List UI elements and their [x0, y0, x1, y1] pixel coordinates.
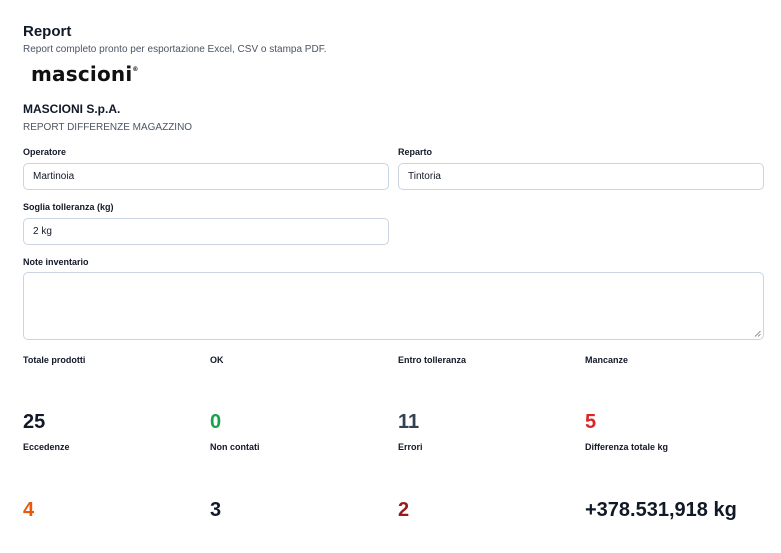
stat-label-eccedenze: Eccedenze	[23, 442, 70, 452]
soglia-field[interactable]: 2 kg	[23, 218, 389, 245]
stat-label-ok: OK	[210, 355, 224, 365]
stat-label-totale-prodotti: Totale prodotti	[23, 355, 86, 365]
stat-label-mancanze: Mancanze	[585, 355, 629, 365]
stat-value-errori: 2	[398, 499, 410, 521]
report-type: REPORT DIFFERENZE MAGAZZINO	[23, 122, 193, 133]
reparto-field[interactable]: Tintoria	[398, 163, 764, 190]
stat-label-errori: Errori	[398, 442, 423, 452]
reparto-value: Tintoria	[408, 171, 441, 182]
resize-handle-icon[interactable]	[754, 330, 761, 337]
stat-value-eccedenze: 4	[23, 499, 35, 521]
soglia-label: Soglia tolleranza (kg)	[23, 202, 114, 212]
stat-value-ok: 0	[210, 411, 222, 433]
stat-value-entro-tolleranza: 11	[398, 411, 420, 433]
logo-text: mascioni	[31, 62, 133, 86]
logo-registered-mark: ®	[132, 66, 139, 73]
page-title: Report	[23, 23, 72, 40]
stat-label-non-contati: Non contati	[210, 442, 260, 452]
stat-label-entro-tolleranza: Entro tolleranza	[398, 355, 467, 365]
note-textarea[interactable]	[23, 272, 764, 340]
stat-label-differenza-totale: Differenza totale kg	[585, 442, 669, 452]
company-name: MASCIONI S.p.A.	[23, 102, 121, 116]
operatore-label: Operatore	[23, 147, 67, 157]
stat-value-totale-prodotti: 25	[23, 411, 46, 433]
reparto-label: Reparto	[398, 147, 433, 157]
operatore-value: Martinoia	[33, 171, 75, 182]
stat-value-non-contati: 3	[210, 499, 222, 521]
note-label: Note inventario	[23, 257, 89, 267]
company-logo: mascioni®	[31, 62, 139, 86]
operatore-field[interactable]: Martinoia	[23, 163, 389, 190]
page-subtitle: Report completo pronto per esportazione …	[23, 44, 327, 55]
stat-value-differenza-totale: +378.531,918 kg	[585, 499, 737, 521]
soglia-value: 2 kg	[33, 226, 52, 237]
stat-value-mancanze: 5	[585, 411, 597, 433]
